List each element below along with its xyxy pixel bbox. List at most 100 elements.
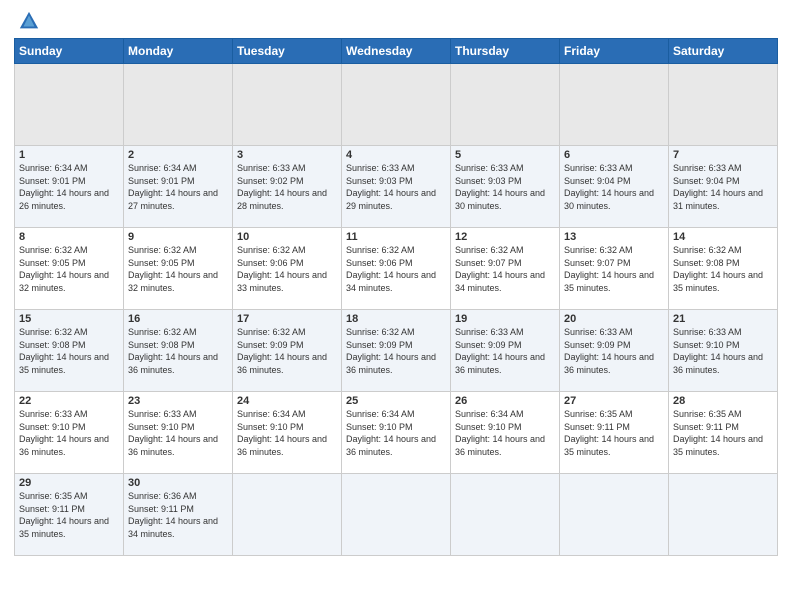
day-info: Sunrise: 6:33 AMSunset: 9:10 PMDaylight:… bbox=[128, 408, 228, 458]
calendar-cell: 21Sunrise: 6:33 AMSunset: 9:10 PMDayligh… bbox=[669, 310, 778, 392]
day-number: 10 bbox=[237, 231, 337, 243]
day-number: 26 bbox=[455, 395, 555, 407]
day-number: 22 bbox=[19, 395, 119, 407]
day-number: 15 bbox=[19, 313, 119, 325]
day-info: Sunrise: 6:34 AMSunset: 9:10 PMDaylight:… bbox=[455, 408, 555, 458]
calendar-cell bbox=[342, 474, 451, 556]
day-header-monday: Monday bbox=[124, 39, 233, 64]
day-info: Sunrise: 6:33 AMSunset: 9:04 PMDaylight:… bbox=[673, 162, 773, 212]
day-info: Sunrise: 6:32 AMSunset: 9:06 PMDaylight:… bbox=[237, 244, 337, 294]
day-info: Sunrise: 6:33 AMSunset: 9:09 PMDaylight:… bbox=[564, 326, 664, 376]
logo bbox=[14, 10, 40, 32]
calendar-cell: 22Sunrise: 6:33 AMSunset: 9:10 PMDayligh… bbox=[15, 392, 124, 474]
day-info: Sunrise: 6:32 AMSunset: 9:08 PMDaylight:… bbox=[673, 244, 773, 294]
day-number: 29 bbox=[19, 477, 119, 489]
day-info: Sunrise: 6:33 AMSunset: 9:02 PMDaylight:… bbox=[237, 162, 337, 212]
calendar-cell bbox=[451, 64, 560, 146]
day-header-wednesday: Wednesday bbox=[342, 39, 451, 64]
day-number: 21 bbox=[673, 313, 773, 325]
day-number: 25 bbox=[346, 395, 446, 407]
header bbox=[14, 10, 778, 32]
day-number: 12 bbox=[455, 231, 555, 243]
calendar-cell: 19Sunrise: 6:33 AMSunset: 9:09 PMDayligh… bbox=[451, 310, 560, 392]
calendar-cell: 27Sunrise: 6:35 AMSunset: 9:11 PMDayligh… bbox=[560, 392, 669, 474]
day-info: Sunrise: 6:33 AMSunset: 9:04 PMDaylight:… bbox=[564, 162, 664, 212]
calendar-cell: 15Sunrise: 6:32 AMSunset: 9:08 PMDayligh… bbox=[15, 310, 124, 392]
day-info: Sunrise: 6:34 AMSunset: 9:10 PMDaylight:… bbox=[237, 408, 337, 458]
calendar-cell: 13Sunrise: 6:32 AMSunset: 9:07 PMDayligh… bbox=[560, 228, 669, 310]
calendar-cell: 1Sunrise: 6:34 AMSunset: 9:01 PMDaylight… bbox=[15, 146, 124, 228]
day-info: Sunrise: 6:32 AMSunset: 9:07 PMDaylight:… bbox=[455, 244, 555, 294]
day-number: 14 bbox=[673, 231, 773, 243]
day-number: 23 bbox=[128, 395, 228, 407]
day-header-friday: Friday bbox=[560, 39, 669, 64]
calendar-cell bbox=[342, 64, 451, 146]
calendar-cell: 30Sunrise: 6:36 AMSunset: 9:11 PMDayligh… bbox=[124, 474, 233, 556]
day-number: 3 bbox=[237, 149, 337, 161]
calendar-cell: 28Sunrise: 6:35 AMSunset: 9:11 PMDayligh… bbox=[669, 392, 778, 474]
week-row-2: 8Sunrise: 6:32 AMSunset: 9:05 PMDaylight… bbox=[15, 228, 778, 310]
day-header-row: SundayMondayTuesdayWednesdayThursdayFrid… bbox=[15, 39, 778, 64]
calendar-cell: 7Sunrise: 6:33 AMSunset: 9:04 PMDaylight… bbox=[669, 146, 778, 228]
calendar-cell: 8Sunrise: 6:32 AMSunset: 9:05 PMDaylight… bbox=[15, 228, 124, 310]
day-number: 5 bbox=[455, 149, 555, 161]
day-info: Sunrise: 6:33 AMSunset: 9:09 PMDaylight:… bbox=[455, 326, 555, 376]
calendar-cell bbox=[233, 474, 342, 556]
day-number: 19 bbox=[455, 313, 555, 325]
week-row-5: 29Sunrise: 6:35 AMSunset: 9:11 PMDayligh… bbox=[15, 474, 778, 556]
calendar-cell: 2Sunrise: 6:34 AMSunset: 9:01 PMDaylight… bbox=[124, 146, 233, 228]
calendar-cell: 9Sunrise: 6:32 AMSunset: 9:05 PMDaylight… bbox=[124, 228, 233, 310]
day-info: Sunrise: 6:32 AMSunset: 9:08 PMDaylight:… bbox=[19, 326, 119, 376]
calendar-cell: 25Sunrise: 6:34 AMSunset: 9:10 PMDayligh… bbox=[342, 392, 451, 474]
calendar-cell bbox=[233, 64, 342, 146]
day-info: Sunrise: 6:35 AMSunset: 9:11 PMDaylight:… bbox=[564, 408, 664, 458]
day-number: 24 bbox=[237, 395, 337, 407]
calendar-cell bbox=[560, 474, 669, 556]
page: SundayMondayTuesdayWednesdayThursdayFrid… bbox=[0, 0, 792, 612]
calendar-cell bbox=[124, 64, 233, 146]
week-row-4: 22Sunrise: 6:33 AMSunset: 9:10 PMDayligh… bbox=[15, 392, 778, 474]
calendar-cell: 29Sunrise: 6:35 AMSunset: 9:11 PMDayligh… bbox=[15, 474, 124, 556]
day-number: 4 bbox=[346, 149, 446, 161]
calendar-cell: 18Sunrise: 6:32 AMSunset: 9:09 PMDayligh… bbox=[342, 310, 451, 392]
day-number: 11 bbox=[346, 231, 446, 243]
calendar-cell bbox=[15, 64, 124, 146]
calendar-cell: 4Sunrise: 6:33 AMSunset: 9:03 PMDaylight… bbox=[342, 146, 451, 228]
day-number: 28 bbox=[673, 395, 773, 407]
calendar-cell: 10Sunrise: 6:32 AMSunset: 9:06 PMDayligh… bbox=[233, 228, 342, 310]
calendar-cell bbox=[669, 474, 778, 556]
calendar-cell: 6Sunrise: 6:33 AMSunset: 9:04 PMDaylight… bbox=[560, 146, 669, 228]
day-info: Sunrise: 6:36 AMSunset: 9:11 PMDaylight:… bbox=[128, 490, 228, 540]
day-number: 16 bbox=[128, 313, 228, 325]
day-header-thursday: Thursday bbox=[451, 39, 560, 64]
day-header-tuesday: Tuesday bbox=[233, 39, 342, 64]
day-info: Sunrise: 6:33 AMSunset: 9:03 PMDaylight:… bbox=[346, 162, 446, 212]
day-info: Sunrise: 6:32 AMSunset: 9:05 PMDaylight:… bbox=[19, 244, 119, 294]
calendar-cell: 20Sunrise: 6:33 AMSunset: 9:09 PMDayligh… bbox=[560, 310, 669, 392]
day-header-saturday: Saturday bbox=[669, 39, 778, 64]
day-info: Sunrise: 6:34 AMSunset: 9:01 PMDaylight:… bbox=[128, 162, 228, 212]
calendar-cell: 17Sunrise: 6:32 AMSunset: 9:09 PMDayligh… bbox=[233, 310, 342, 392]
day-info: Sunrise: 6:33 AMSunset: 9:03 PMDaylight:… bbox=[455, 162, 555, 212]
day-number: 7 bbox=[673, 149, 773, 161]
week-row-0 bbox=[15, 64, 778, 146]
day-info: Sunrise: 6:32 AMSunset: 9:09 PMDaylight:… bbox=[346, 326, 446, 376]
logo-icon bbox=[18, 10, 40, 32]
day-info: Sunrise: 6:33 AMSunset: 9:10 PMDaylight:… bbox=[19, 408, 119, 458]
day-number: 8 bbox=[19, 231, 119, 243]
calendar-cell: 26Sunrise: 6:34 AMSunset: 9:10 PMDayligh… bbox=[451, 392, 560, 474]
calendar-cell bbox=[560, 64, 669, 146]
day-info: Sunrise: 6:34 AMSunset: 9:10 PMDaylight:… bbox=[346, 408, 446, 458]
day-number: 30 bbox=[128, 477, 228, 489]
day-info: Sunrise: 6:32 AMSunset: 9:08 PMDaylight:… bbox=[128, 326, 228, 376]
day-info: Sunrise: 6:32 AMSunset: 9:06 PMDaylight:… bbox=[346, 244, 446, 294]
calendar-table: SundayMondayTuesdayWednesdayThursdayFrid… bbox=[14, 38, 778, 556]
day-info: Sunrise: 6:35 AMSunset: 9:11 PMDaylight:… bbox=[673, 408, 773, 458]
calendar-cell: 14Sunrise: 6:32 AMSunset: 9:08 PMDayligh… bbox=[669, 228, 778, 310]
day-number: 2 bbox=[128, 149, 228, 161]
day-header-sunday: Sunday bbox=[15, 39, 124, 64]
calendar-cell bbox=[451, 474, 560, 556]
calendar-cell: 24Sunrise: 6:34 AMSunset: 9:10 PMDayligh… bbox=[233, 392, 342, 474]
logo-area bbox=[14, 10, 40, 32]
calendar-cell: 23Sunrise: 6:33 AMSunset: 9:10 PMDayligh… bbox=[124, 392, 233, 474]
